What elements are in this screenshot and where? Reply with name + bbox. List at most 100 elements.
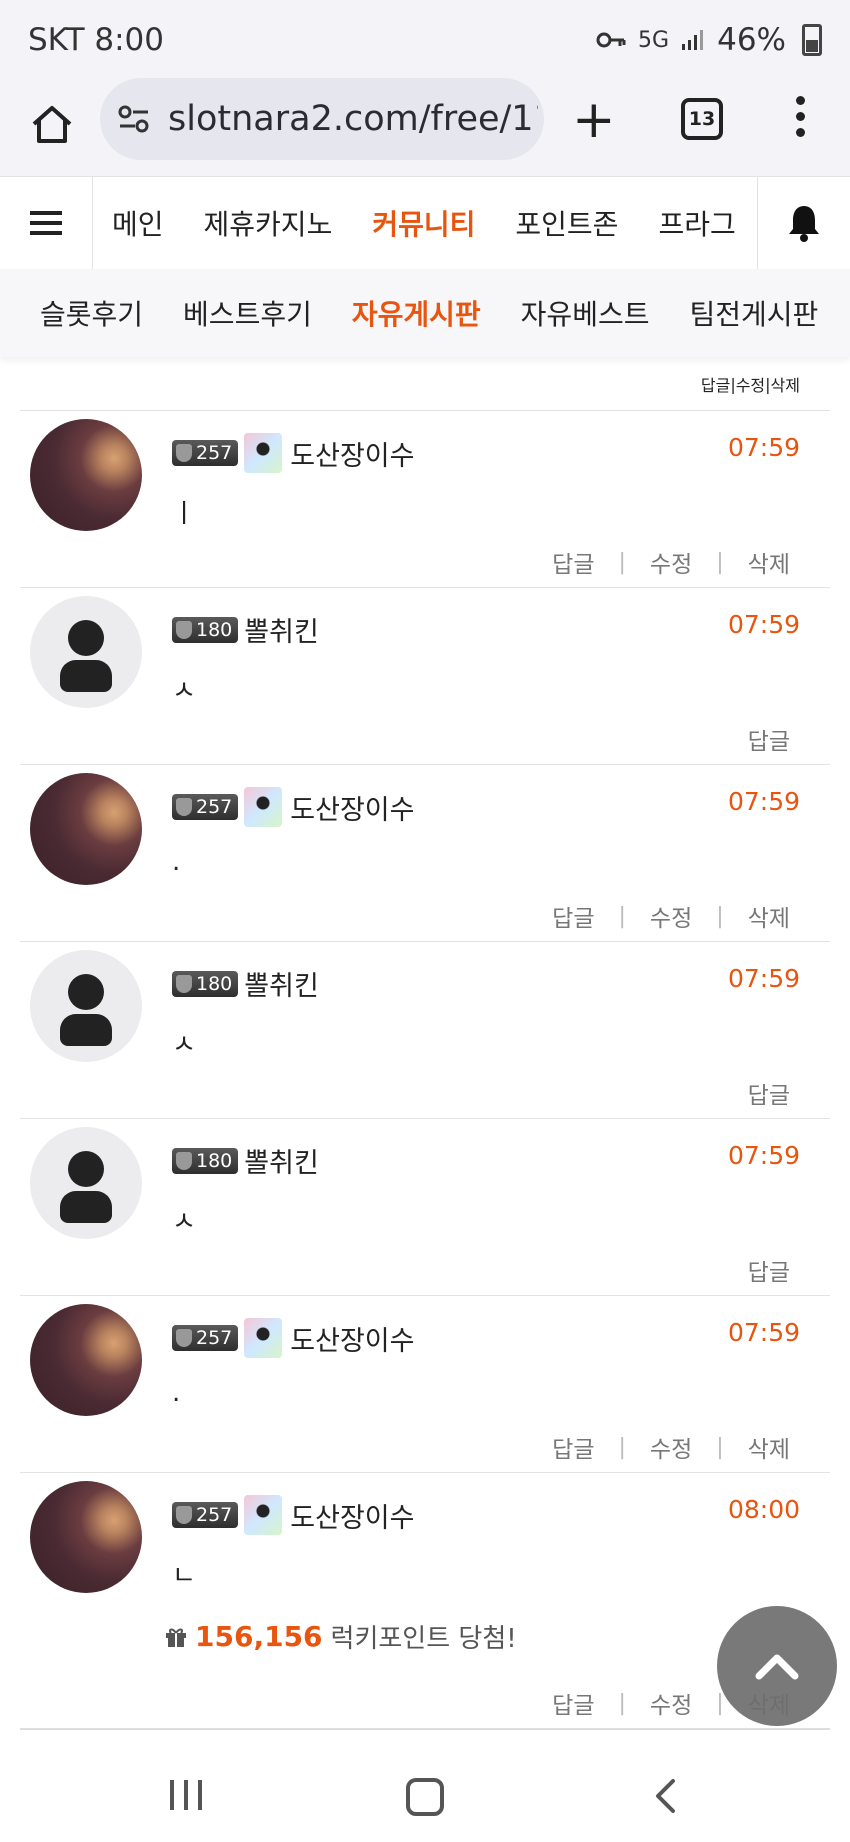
comment-meta: 180 뽈취킨 xyxy=(172,1141,319,1180)
gift-icon xyxy=(166,1628,186,1647)
level-shield-icon xyxy=(176,1506,192,1524)
nav-item-partner-casino[interactable]: 제휴카지노 xyxy=(184,203,353,243)
user-emblem-icon xyxy=(244,433,283,473)
reply-button[interactable]: 답글 xyxy=(542,1430,604,1464)
site-settings-icon[interactable] xyxy=(118,103,150,135)
level-badge: 180 xyxy=(172,616,239,643)
scroll-to-top-button[interactable] xyxy=(717,1606,837,1726)
comment-item: 180 뽈취킨 07:59 ㅅ 답글 xyxy=(20,1119,830,1296)
nickname[interactable]: 도산장이수 xyxy=(290,1496,414,1535)
recent-apps-button[interactable] xyxy=(170,1780,202,1810)
avatar[interactable] xyxy=(30,1481,142,1593)
level-shield-icon xyxy=(176,444,192,462)
reply-button[interactable]: 답글 xyxy=(738,722,800,756)
key-icon xyxy=(596,32,626,48)
system-nav-bar xyxy=(0,1744,850,1842)
edit-button[interactable]: 수정 xyxy=(640,1430,702,1464)
nickname[interactable]: 도산장이수 xyxy=(290,434,414,473)
nav-item-main[interactable]: 메인 xyxy=(92,203,184,243)
notification-button[interactable] xyxy=(757,177,850,269)
edit-button[interactable]: 수정 xyxy=(640,545,702,579)
back-button[interactable] xyxy=(653,1778,677,1814)
comment-meta: 257 도산장이수 xyxy=(172,787,414,827)
reply-button[interactable]: 답글 xyxy=(542,899,604,933)
nickname[interactable]: 뽈취킨 xyxy=(244,610,319,649)
comment-item: 257 도산장이수 07:59 ㅣ 답글 | 수정 | 삭제 xyxy=(20,411,830,588)
comment-actions: 답글| 수정| 삭제 xyxy=(20,358,830,411)
avatar[interactable] xyxy=(30,773,142,885)
hamburger-menu-button[interactable] xyxy=(0,177,93,269)
subnav-slot-review[interactable]: 슬롯후기 xyxy=(40,293,143,333)
nickname[interactable]: 도산장이수 xyxy=(290,788,414,827)
delete-button[interactable]: 삭제 xyxy=(738,899,800,933)
signal-icon xyxy=(682,30,704,50)
level-shield-icon xyxy=(176,974,192,993)
nav-item-community[interactable]: 커뮤니티 xyxy=(352,203,495,243)
battery-icon xyxy=(802,24,822,56)
comment-text: ㅅ xyxy=(172,1030,196,1060)
reply-button[interactable]: 답글 xyxy=(701,372,730,396)
comment-text: ㅅ xyxy=(172,676,196,706)
avatar[interactable] xyxy=(30,419,142,531)
delete-button[interactable]: 삭제 xyxy=(738,545,800,579)
subnav-free-best[interactable]: 자유베스트 xyxy=(521,293,650,333)
address-bar[interactable]: slotnara2.com/free/11 xyxy=(100,78,544,160)
comment-time: 07:59 xyxy=(727,1141,800,1170)
reply-button[interactable]: 답글 xyxy=(542,545,604,579)
default-avatar-icon[interactable] xyxy=(30,1127,142,1239)
home-icon xyxy=(32,106,72,143)
status-icons: 5G 46% xyxy=(596,22,822,58)
subnav-team-board[interactable]: 팀전게시판 xyxy=(689,293,818,333)
url-text[interactable]: slotnara2.com/free/11 xyxy=(168,99,538,139)
level-badge: 257 xyxy=(172,440,239,466)
comment-actions: 답글 xyxy=(20,1068,830,1118)
edit-button[interactable]: 수정 xyxy=(640,1686,702,1720)
level-badge: 180 xyxy=(172,970,239,997)
reply-button[interactable]: 답글 xyxy=(542,1686,604,1720)
comment-time: 07:59 xyxy=(727,433,800,462)
lucky-points-label: 럭키포인트 당첨! xyxy=(330,1624,517,1654)
comment-actions: 답글| 수정| 삭제 xyxy=(20,891,830,941)
user-emblem-icon xyxy=(244,1318,283,1358)
new-tab-button[interactable]: + xyxy=(572,90,616,150)
comment-actions: 답글 xyxy=(20,1245,830,1295)
comment-item: 180 뽈취킨 07:59 ㅅ 답글 xyxy=(20,942,830,1119)
nickname[interactable]: 도산장이수 xyxy=(290,1319,414,1358)
comment-time: 07:59 xyxy=(727,610,800,639)
community-sub-nav: 슬롯후기 베스트후기 자유게시판 자유베스트 팀전게시판 xyxy=(0,269,850,357)
edit-button[interactable]: 수정 xyxy=(736,372,765,396)
tab-switcher-button[interactable]: 13 xyxy=(681,98,723,140)
carrier-time: SKT 8:00 xyxy=(28,22,165,58)
lucky-points-value: 156,156 xyxy=(195,1620,323,1653)
nickname[interactable]: 뽈취킨 xyxy=(244,964,319,1003)
network-5g-icon: 5G xyxy=(638,27,670,53)
comment-time: 07:59 xyxy=(727,1318,800,1347)
subnav-best-review[interactable]: 베스트후기 xyxy=(183,293,312,333)
comment-text: . xyxy=(172,1378,181,1408)
level-shield-icon xyxy=(176,798,192,816)
nav-item-point-zone[interactable]: 포인트존 xyxy=(495,203,638,243)
comment-actions: 답글| 수정| 삭제 xyxy=(20,1678,830,1728)
browser-home-button[interactable] xyxy=(24,96,80,152)
comment-time: 07:59 xyxy=(727,787,800,816)
nickname[interactable]: 뽈취킨 xyxy=(244,1141,319,1180)
delete-button[interactable]: 삭제 xyxy=(771,372,800,396)
delete-button[interactable]: 삭제 xyxy=(738,1430,800,1464)
level-badge: 257 xyxy=(172,794,239,820)
default-avatar-icon[interactable] xyxy=(30,950,142,1062)
reply-button[interactable]: 답글 xyxy=(738,1253,800,1287)
reply-button[interactable]: 답글 xyxy=(738,1076,800,1110)
comment-text: ㄴ xyxy=(172,1561,196,1591)
default-avatar-icon[interactable] xyxy=(30,596,142,708)
comment-time: 08:00 xyxy=(727,1495,800,1524)
subnav-free-board[interactable]: 자유게시판 xyxy=(352,293,481,333)
level-badge: 180 xyxy=(172,1147,239,1174)
edit-button[interactable]: 수정 xyxy=(640,899,702,933)
comment-item: 257 도산장이수 07:59 . 답글 | 수정 | 삭제 xyxy=(20,765,830,942)
browser-menu-button[interactable] xyxy=(796,96,806,144)
comment-actions: 답글| 수정| 삭제 xyxy=(20,537,830,587)
avatar[interactable] xyxy=(30,1304,142,1416)
comment-text: ㅅ xyxy=(172,1207,196,1237)
nav-item-praga[interactable]: 프라그 xyxy=(638,203,755,243)
system-home-button[interactable] xyxy=(406,1778,444,1816)
